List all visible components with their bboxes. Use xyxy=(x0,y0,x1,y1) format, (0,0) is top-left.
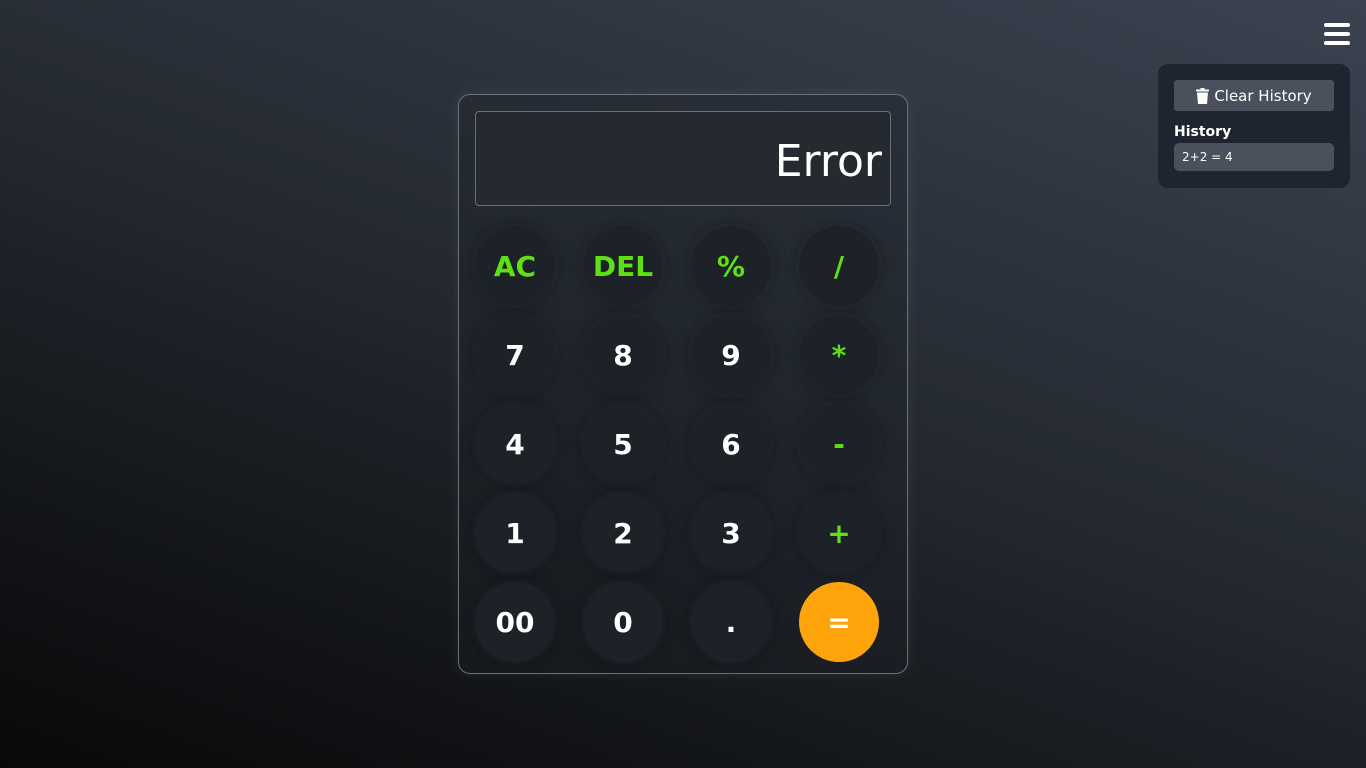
history-panel: Clear History History 2+2 = 4 xyxy=(1158,64,1350,188)
digit-7-button[interactable]: 7 xyxy=(475,315,555,395)
delete-button[interactable]: DEL xyxy=(583,226,663,306)
history-title: History xyxy=(1174,124,1232,140)
digit-2-button[interactable]: 2 xyxy=(583,493,663,573)
digit-1-button[interactable]: 1 xyxy=(475,493,555,573)
multiply-button[interactable]: * xyxy=(799,315,879,395)
minus-button[interactable]: - xyxy=(799,404,879,484)
decimal-point-button[interactable]: . xyxy=(691,582,771,662)
digit-8-button[interactable]: 8 xyxy=(583,315,663,395)
calculator: Error AC DEL % / 7 8 9 * 4 5 6 - 1 2 3 +… xyxy=(458,94,908,674)
hamburger-menu-icon-bar xyxy=(1324,32,1350,36)
digit-3-button[interactable]: 3 xyxy=(691,493,771,573)
trash-icon xyxy=(1196,87,1210,104)
divide-button[interactable]: / xyxy=(799,226,879,306)
menu-button[interactable] xyxy=(1322,21,1352,49)
digit-6-button[interactable]: 6 xyxy=(691,404,771,484)
equals-button[interactable]: = xyxy=(799,582,879,662)
digit-4-button[interactable]: 4 xyxy=(475,404,555,484)
ac-button[interactable]: AC xyxy=(475,226,555,306)
digit-0-button[interactable]: 0 xyxy=(583,582,663,662)
clear-history-button[interactable]: Clear History xyxy=(1174,80,1334,111)
hamburger-menu-icon-bar xyxy=(1324,23,1350,27)
clear-history-label: Clear History xyxy=(1214,86,1312,105)
plus-button[interactable]: + xyxy=(799,493,879,573)
keypad: AC DEL % / 7 8 9 * 4 5 6 - 1 2 3 + 00 0 … xyxy=(475,226,879,662)
calculator-display: Error xyxy=(475,111,891,206)
hamburger-menu-icon-bar xyxy=(1324,41,1350,45)
digit-9-button[interactable]: 9 xyxy=(691,315,771,395)
double-zero-button[interactable]: 00 xyxy=(475,582,555,662)
percent-button[interactable]: % xyxy=(691,226,771,306)
digit-5-button[interactable]: 5 xyxy=(583,404,663,484)
history-item[interactable]: 2+2 = 4 xyxy=(1174,143,1334,171)
